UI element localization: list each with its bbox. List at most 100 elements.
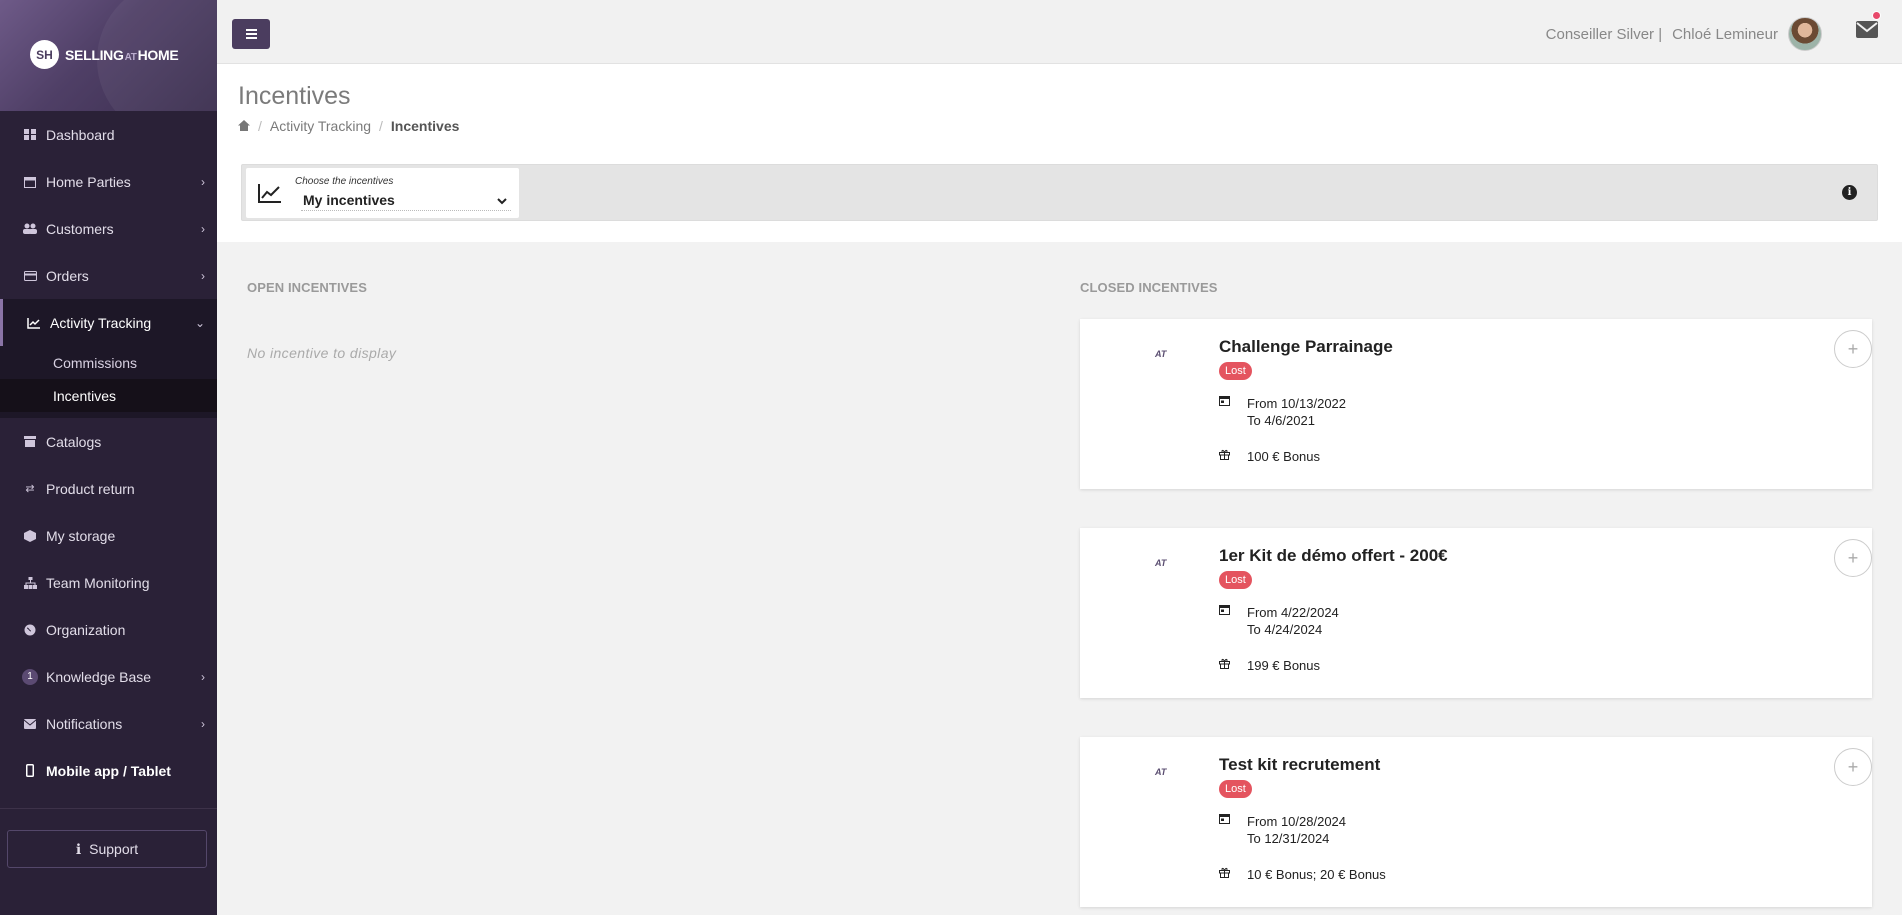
- date-to: To 4/6/2021: [1247, 413, 1315, 428]
- incentive-title: Challenge Parrainage: [1219, 337, 1393, 356]
- incentive-card[interactable]: AT Challenge Parrainage Lost From 10/13/…: [1080, 319, 1872, 489]
- credit-card-icon: [23, 269, 37, 283]
- chevron-right-icon: ›: [201, 221, 205, 236]
- expand-button[interactable]: +: [1834, 330, 1872, 368]
- mobile-icon: [23, 764, 37, 778]
- logo-text-at: AT: [124, 51, 137, 63]
- sidebar-item-label: Knowledge Base: [46, 668, 152, 685]
- info-icon: ℹ: [75, 840, 82, 857]
- chevron-down-icon: [497, 194, 507, 208]
- incentive-card[interactable]: AT Test kit recrutement Lost From 10/28/…: [1080, 737, 1872, 907]
- incentive-card[interactable]: AT 1er Kit de démo offert - 200€ Lost Fr…: [1080, 528, 1872, 698]
- info-icon[interactable]: i: [1842, 185, 1857, 200]
- reward-text: 100 € Bonus: [1247, 449, 1321, 464]
- topbar: Conseiller Silver | Chloé Lemineur: [217, 0, 1902, 64]
- sidebar: SH SELLINGATHOME Dashboard Home Parties …: [0, 0, 217, 915]
- incentive-title: 1er Kit de démo offert - 200€: [1219, 546, 1448, 565]
- sidebar-subitem-incentives[interactable]: Incentives: [0, 379, 217, 412]
- sidebar-item-organization[interactable]: Organization: [0, 606, 217, 653]
- sidebar-subitem-commissions[interactable]: Commissions: [0, 346, 217, 379]
- calendar-icon: [23, 175, 37, 189]
- hamburger-menu-button[interactable]: [232, 19, 270, 49]
- brand-logo: AT: [1155, 558, 1167, 568]
- user-name: Chloé Lemineur: [1672, 25, 1778, 43]
- sidebar-item-label: Customers: [46, 220, 114, 237]
- brand-logo: AT: [1155, 767, 1167, 777]
- logo-text: SELLINGATHOME: [65, 46, 179, 63]
- chevron-right-icon: ›: [201, 174, 205, 189]
- page-header: Incentives / Activity Tracking / Incenti…: [217, 64, 1902, 242]
- sidebar-item-label: Team Monitoring: [46, 574, 150, 591]
- select-caption: Choose the incentives: [295, 176, 394, 187]
- calendar-icon: [1219, 604, 1232, 615]
- calendar-icon: [1219, 813, 1232, 824]
- chevron-right-icon: ›: [201, 268, 205, 283]
- logo-text-part2: HOME: [137, 46, 179, 63]
- home-icon[interactable]: [238, 118, 250, 134]
- status-badge: Lost: [1219, 362, 1252, 380]
- gift-icon: [1219, 867, 1232, 878]
- users-icon: [23, 222, 37, 236]
- sidebar-item-label: Dashboard: [46, 126, 115, 143]
- envelope-icon[interactable]: [1856, 21, 1878, 38]
- sidebar-item-customers[interactable]: Customers ›: [0, 205, 217, 252]
- dashboard-icon: [23, 128, 37, 142]
- date-range: From 10/28/2024 To 12/31/2024: [1219, 813, 1346, 847]
- sidebar-item-team-monitoring[interactable]: Team Monitoring: [0, 559, 217, 606]
- date-to: To 12/31/2024: [1247, 831, 1330, 846]
- plus-icon: +: [1847, 547, 1859, 568]
- expand-button[interactable]: +: [1834, 539, 1872, 577]
- incentives-select[interactable]: Choose the incentives My incentives: [246, 168, 519, 218]
- calendar-icon: [1219, 395, 1232, 406]
- chevron-right-icon: ›: [201, 669, 205, 684]
- date-from: From 10/28/2024: [1247, 814, 1347, 829]
- sidebar-item-label: Notifications: [46, 715, 123, 732]
- logo[interactable]: SH SELLINGATHOME: [30, 40, 179, 69]
- date-range: From 10/13/2022 To 4/6/2021: [1219, 395, 1346, 429]
- date-range: From 4/22/2024 To 4/24/2024: [1219, 604, 1339, 638]
- date-from: From 10/13/2022: [1247, 396, 1347, 411]
- sidebar-item-dashboard[interactable]: Dashboard: [0, 111, 217, 158]
- archive-icon: [23, 435, 37, 449]
- exchange-icon: ⇄: [25, 483, 35, 495]
- brand-logo: AT: [1155, 349, 1167, 359]
- sidebar-item-catalogs[interactable]: Catalogs: [0, 418, 217, 465]
- reward: 100 € Bonus: [1219, 449, 1320, 464]
- sidebar-item-orders[interactable]: Orders ›: [0, 252, 217, 299]
- chevron-down-icon: ⌄: [194, 315, 205, 330]
- sidebar-item-activity-tracking[interactable]: Activity Tracking ⌄: [0, 299, 217, 346]
- logo-area: SH SELLINGATHOME: [0, 0, 217, 111]
- breadcrumb-current: Incentives: [390, 118, 460, 134]
- line-chart-icon: [258, 184, 281, 203]
- envelope-icon: [23, 717, 37, 731]
- sidebar-item-product-return[interactable]: ⇄ Product return: [0, 465, 217, 512]
- sitemap-icon: [23, 576, 37, 590]
- support-label: Support: [89, 841, 139, 857]
- plus-icon: +: [1847, 338, 1859, 359]
- avatar[interactable]: [1788, 17, 1822, 51]
- logo-text-part1: SELLING: [65, 46, 124, 63]
- sidebar-item-my-storage[interactable]: My storage: [0, 512, 217, 559]
- user-menu[interactable]: Conseiller Silver | Chloé Lemineur: [1546, 17, 1822, 51]
- breadcrumb-link-activity-tracking[interactable]: Activity Tracking: [270, 118, 371, 134]
- reward-text: 10 € Bonus; 20 € Bonus: [1247, 867, 1386, 882]
- breadcrumb: / Activity Tracking / Incentives: [238, 118, 459, 134]
- plus-icon: +: [1847, 756, 1859, 777]
- support-button[interactable]: ℹ Support: [7, 830, 207, 868]
- sidebar-item-knowledge-base[interactable]: 1 Knowledge Base ›: [0, 653, 217, 700]
- gift-icon: [1219, 449, 1232, 460]
- sidebar-item-notifications[interactable]: Notifications ›: [0, 700, 217, 747]
- gift-icon: [1219, 658, 1232, 669]
- globe-icon: [23, 623, 37, 637]
- sidebar-item-label: Product return: [46, 480, 135, 497]
- empty-state-text: No incentive to display: [247, 345, 397, 361]
- expand-button[interactable]: +: [1834, 748, 1872, 786]
- sidebar-nav: Dashboard Home Parties › Customers › Ord…: [0, 111, 217, 794]
- logo-mark: SH: [30, 40, 59, 69]
- sidebar-item-label: Mobile app / Tablet: [46, 762, 171, 779]
- sidebar-item-label: Home Parties: [46, 173, 131, 190]
- sidebar-item-home-parties[interactable]: Home Parties ›: [0, 158, 217, 205]
- sidebar-item-label: Organization: [46, 621, 126, 638]
- sidebar-item-label: My storage: [46, 527, 116, 544]
- sidebar-item-mobile-app[interactable]: Mobile app / Tablet: [0, 747, 217, 794]
